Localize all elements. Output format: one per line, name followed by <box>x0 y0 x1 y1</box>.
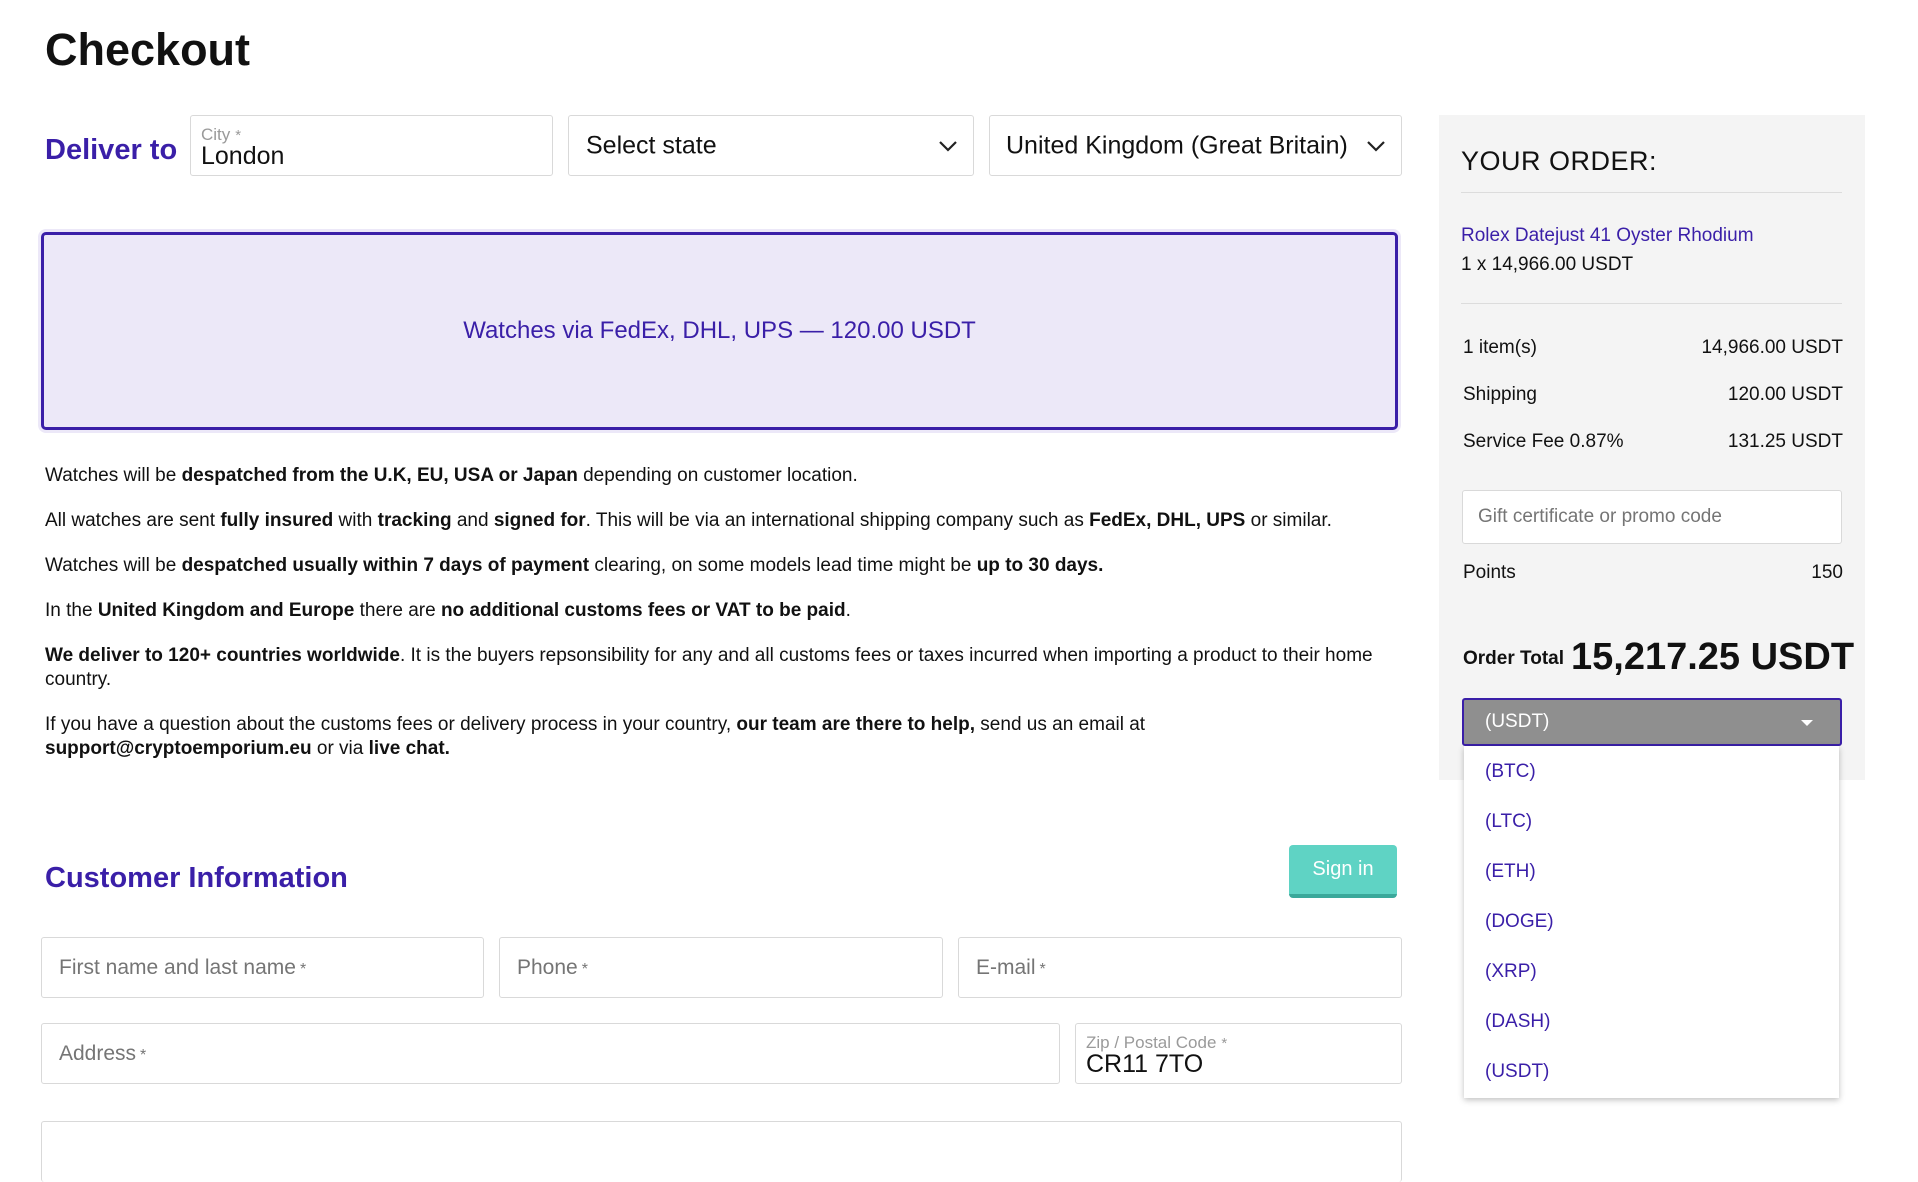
promo-code-input[interactable]: Gift certificate or promo code <box>1462 490 1842 544</box>
deliver-to-label: Deliver to <box>45 134 178 166</box>
items-value: 14,966.00 USDT <box>1701 337 1843 358</box>
page-title: Checkout <box>45 24 251 75</box>
support-email-link[interactable]: support@cryptoemporium.eu <box>45 738 312 759</box>
state-select[interactable]: Select state <box>568 115 974 176</box>
chevron-down-icon <box>939 140 957 152</box>
currency-option-doge[interactable]: (DOGE) <box>1485 911 1554 933</box>
promo-code-placeholder: Gift certificate or promo code <box>1478 506 1722 527</box>
phone-input-placeholder: Phone * <box>517 955 588 979</box>
state-select-value: Select state <box>586 131 717 159</box>
service-fee-label: Service Fee 0.87% <box>1463 431 1624 452</box>
currency-option-eth[interactable]: (ETH) <box>1485 861 1536 883</box>
next-input-partial[interactable] <box>41 1121 1402 1182</box>
chevron-down-icon <box>1367 140 1385 152</box>
email-input[interactable]: E-mail * <box>958 937 1402 998</box>
country-select-value: United Kingdom (Great Britain) <box>1006 131 1348 159</box>
order-total-label: Order Total <box>1463 648 1564 669</box>
currency-option-usdt[interactable]: (USDT) <box>1485 1061 1549 1083</box>
city-value: London <box>201 142 285 170</box>
info-paragraph: Watches will be despatched from the U.K,… <box>45 465 858 486</box>
info-paragraph: We deliver to 120+ countries worldwide. … <box>45 645 1373 690</box>
currency-option-ltc[interactable]: (LTC) <box>1485 811 1532 833</box>
zip-value: CR11 7TO <box>1086 1050 1204 1078</box>
country-select[interactable]: United Kingdom (Great Britain) <box>989 115 1402 176</box>
info-paragraph: Watches will be despatched usually withi… <box>45 555 1104 576</box>
email-input-placeholder: E-mail * <box>976 955 1046 979</box>
info-paragraph: If you have a question about the customs… <box>45 714 1146 759</box>
shipping-value: 120.00 USDT <box>1727 384 1843 405</box>
product-name-link[interactable]: Rolex Datejust 41 Oyster Rhodium <box>1461 225 1754 247</box>
delivery-info: Watches will be despatched from the U.K,… <box>45 464 1415 761</box>
phone-input[interactable]: Phone * <box>499 937 943 998</box>
sign-in-button[interactable]: Sign in <box>1289 845 1397 898</box>
shipping-label: Shipping <box>1463 384 1537 405</box>
caret-down-icon <box>1801 720 1813 726</box>
points-label: Points <box>1463 562 1516 583</box>
points-value: 150 <box>1811 562 1843 583</box>
live-chat-link[interactable]: live chat. <box>369 738 450 759</box>
currency-option-xrp[interactable]: (XRP) <box>1485 961 1537 983</box>
currency-select-value: (USDT) <box>1485 711 1550 732</box>
shipping-option-card[interactable]: Watches via FedEx, DHL, UPS — 120.00 USD… <box>41 232 1398 430</box>
shipping-option-text: Watches via FedEx, DHL, UPS — 120.00 USD… <box>463 317 976 344</box>
currency-select[interactable]: (USDT) <box>1462 698 1842 746</box>
product-qty: 1 x 14,966.00 USDT <box>1461 254 1634 275</box>
city-field[interactable]: City * London <box>190 115 553 176</box>
order-total-value: 15,217.25 USDT <box>1571 636 1855 678</box>
items-label: 1 item(s) <box>1463 337 1537 358</box>
service-fee-value: 131.25 USDT <box>1727 431 1843 452</box>
currency-option-dash[interactable]: (DASH) <box>1485 1011 1550 1033</box>
currency-dropdown: (BTC) (LTC) (ETH) (DOGE) (XRP) (DASH) (U… <box>1464 746 1839 1098</box>
address-input-placeholder: Address * <box>59 1041 147 1065</box>
name-input-placeholder: First name and last name * <box>59 955 307 979</box>
zip-field[interactable]: Zip / Postal Code * CR11 7TO <box>1075 1023 1402 1084</box>
currency-option-btc[interactable]: (BTC) <box>1485 761 1536 783</box>
order-title: YOUR ORDER: <box>1461 146 1658 176</box>
info-paragraph: All watches are sent fully insured with … <box>45 510 1332 531</box>
customer-info-heading: Customer Information <box>45 862 348 894</box>
divider <box>1461 192 1842 193</box>
address-input[interactable]: Address * <box>41 1023 1060 1084</box>
info-paragraph: In the United Kingdom and Europe there a… <box>45 600 851 621</box>
divider <box>1461 303 1842 304</box>
name-input[interactable]: First name and last name * <box>41 937 484 998</box>
